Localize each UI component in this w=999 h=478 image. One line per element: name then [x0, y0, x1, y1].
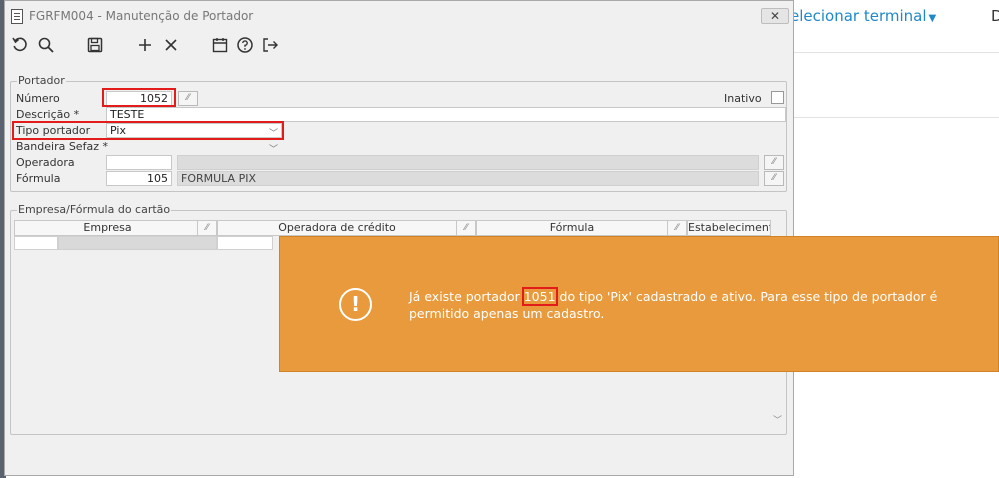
help-button[interactable]	[235, 35, 255, 55]
calendar-button[interactable]	[210, 35, 230, 55]
close-icon	[165, 39, 177, 51]
chevron-down-icon: ﹀	[269, 129, 279, 139]
undo-icon	[12, 37, 27, 52]
formula-field[interactable]: 105	[106, 171, 172, 186]
inativo-checkbox[interactable]	[771, 91, 784, 104]
undo-button[interactable]	[10, 35, 30, 55]
operadora-label: Operadora	[16, 156, 75, 169]
descricao-label: Descrição *	[16, 108, 80, 121]
error-toast[interactable]: ! Já existe portador 1051 do tipo 'Pix' …	[279, 236, 999, 372]
portador-legend: Portador	[17, 74, 66, 87]
exit-icon	[263, 38, 278, 52]
search-button[interactable]	[36, 35, 56, 55]
bandeira-select[interactable]	[106, 139, 282, 154]
chevron-down-icon: ﹀	[269, 145, 279, 155]
portador-group: Portador Número 1052 ⁄⁄ Inativo Descriçã…	[10, 74, 787, 192]
formula-label: Fórmula	[16, 172, 61, 185]
descricao-field[interactable]: TESTE	[106, 107, 786, 122]
operadora-lookup-button[interactable]: ⁄⁄	[764, 155, 784, 170]
search-icon	[38, 37, 54, 53]
new-button[interactable]	[135, 35, 155, 55]
window-close-button[interactable]: ✕	[761, 8, 789, 24]
toast-highlighted-number: 1051	[521, 287, 558, 306]
toast-message: Já existe portador 1051 do tipo 'Pix' ca…	[409, 287, 984, 322]
exclamation-icon: !	[339, 288, 372, 321]
empresa-lookup-button[interactable]: ⁄⁄	[197, 220, 217, 236]
formula-col-lookup-button[interactable]: ⁄⁄	[667, 220, 687, 236]
save-button[interactable]	[85, 35, 105, 55]
operadora-field[interactable]	[106, 155, 172, 170]
document-icon	[11, 9, 23, 24]
grid-cell-operadora[interactable]	[217, 236, 273, 250]
numero-label: Número	[16, 92, 60, 105]
formula-description: FORMULA PIX	[177, 171, 759, 186]
save-icon	[87, 37, 103, 53]
window-title: FGRFM004 - Manutenção de Portador	[29, 9, 254, 23]
formula-lookup-button[interactable]: ⁄⁄	[764, 171, 784, 186]
numero-field[interactable]: 1052	[106, 91, 172, 106]
help-icon	[237, 37, 253, 53]
tipo-portador-label: Tipo portador	[16, 124, 91, 137]
plus-icon	[139, 39, 151, 51]
caret-down-icon: ▼	[928, 13, 937, 24]
numero-lookup-button[interactable]: ⁄⁄	[178, 91, 198, 106]
scroll-down-icon[interactable]: ﹀	[773, 413, 782, 426]
bandeira-label: Bandeira Sefaz *	[16, 140, 108, 153]
calendar-icon	[212, 38, 228, 53]
background-cut-text: D	[991, 7, 999, 25]
background-divider	[794, 117, 999, 118]
toast-message-prefix: Já existe portador	[409, 289, 524, 304]
tipo-portador-select[interactable]: Pix	[106, 123, 282, 138]
column-header-formula[interactable]: Fórmula	[476, 220, 668, 236]
exit-button[interactable]	[260, 35, 280, 55]
empresa-formula-legend: Empresa/Fórmula do cartão	[17, 203, 172, 216]
toolbar	[5, 31, 793, 61]
select-terminal-link[interactable]: elecionar terminal ▼	[790, 7, 936, 25]
operadora-col-lookup-button[interactable]: ⁄⁄	[456, 220, 476, 236]
operadora-description	[177, 155, 759, 170]
grid-cell-empresa-desc	[58, 236, 217, 250]
select-terminal-label: elecionar terminal	[790, 7, 927, 25]
title-bar[interactable]: FGRFM004 - Manutenção de Portador ✕	[5, 1, 793, 31]
cancel-button[interactable]	[161, 35, 181, 55]
background-divider	[794, 52, 999, 53]
column-header-operadora[interactable]: Operadora de crédito	[217, 220, 457, 236]
column-header-empresa[interactable]: Empresa	[14, 220, 201, 236]
grid-cell-empresa[interactable]	[14, 236, 58, 250]
inativo-label: Inativo	[724, 92, 762, 105]
column-header-estabelecimento[interactable]: Estabelecimento	[687, 220, 771, 236]
